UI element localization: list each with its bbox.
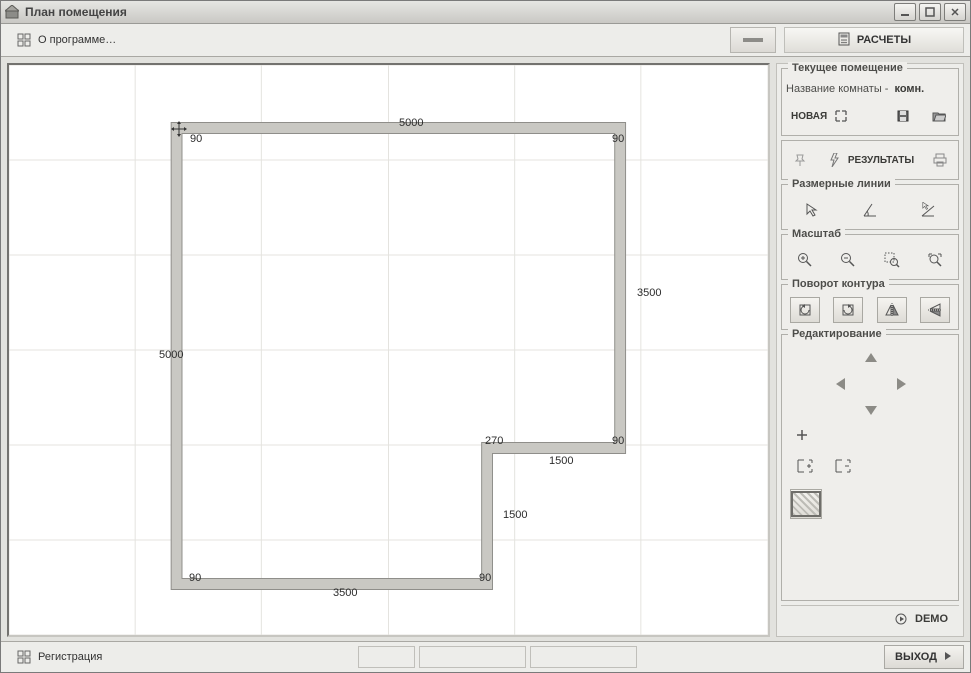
add-notch-button[interactable] <box>790 453 820 479</box>
group-scale-title: Масштаб <box>788 228 845 240</box>
dim-top: 5000 <box>397 117 425 129</box>
registration-button[interactable]: Регистрация <box>7 644 111 670</box>
dim-pointer-button[interactable] <box>797 197 827 223</box>
app-icon <box>5 5 19 19</box>
calculations-label: РАСЧЕТЫ <box>857 34 911 46</box>
status-cell-3 <box>530 646 637 668</box>
dim-right: 3500 <box>635 287 663 299</box>
room-name-label: Название комнаты - <box>786 83 888 95</box>
side-panel: Текущее помещение Название комнаты - ком… <box>776 63 964 637</box>
status-cells <box>358 646 637 668</box>
move-down-button[interactable] <box>856 397 886 423</box>
angle-notch-tr: 90 <box>610 435 626 447</box>
new-room-icon <box>833 108 849 124</box>
zoom-region-button[interactable] <box>877 247 907 273</box>
top-toolbar: О программе… РАСЧЕТЫ <box>1 24 970 57</box>
angle-br: 90 <box>477 572 493 584</box>
window-buttons <box>894 3 966 21</box>
group-current-room: Текущее помещение Название комнаты - ком… <box>781 68 959 136</box>
status-bar: Регистрация ВЫХОД <box>1 641 970 672</box>
dim-notch-height: 1500 <box>501 509 529 521</box>
save-room-button[interactable] <box>888 103 918 129</box>
group-current-room-title: Текущее помещение <box>788 62 907 74</box>
about-label: О программе… <box>38 34 116 46</box>
exit-arrow-icon <box>943 651 953 664</box>
play-icon <box>893 611 909 627</box>
registration-icon <box>16 649 32 665</box>
calculator-icon <box>837 32 851 49</box>
exit-label: ВЫХОД <box>895 651 937 663</box>
flip-vertical-button[interactable] <box>920 297 950 323</box>
move-right-button[interactable] <box>886 371 916 397</box>
toggle-view-button[interactable] <box>730 27 776 53</box>
zoom-out-button[interactable] <box>833 247 863 273</box>
dim-notch-width: 1500 <box>547 455 575 467</box>
floorplan-canvas[interactable]: 5000 90 90 3500 90 270 1500 1500 90 90 3… <box>7 63 770 637</box>
new-room-button[interactable]: НОВАЯ <box>786 103 854 129</box>
angle-bl: 90 <box>187 572 203 584</box>
group-rotate-title: Поворот контура <box>788 278 889 290</box>
group-edit-title: Редактирование <box>788 328 886 340</box>
group-scale: Масштаб <box>781 234 959 280</box>
pin-button[interactable] <box>786 147 815 173</box>
angle-tl: 90 <box>188 133 204 145</box>
dim-bottom: 3500 <box>331 587 359 599</box>
group-dimension-lines: Размерные линии <box>781 184 959 230</box>
maximize-button[interactable] <box>919 3 941 21</box>
open-room-button[interactable] <box>924 103 954 129</box>
registration-label: Регистрация <box>38 651 102 663</box>
results-label: РЕЗУЛЬТАТЫ <box>848 155 914 166</box>
titlebar: План помещения <box>1 1 970 24</box>
group-rotate: Поворот контура <box>781 284 959 330</box>
status-cell-1 <box>358 646 415 668</box>
new-room-label: НОВАЯ <box>791 111 827 122</box>
group-edit: Редактирование <box>781 334 959 601</box>
room-name-value: комн. <box>894 83 924 95</box>
rotate-cw-button[interactable] <box>833 297 863 323</box>
hatch-icon <box>791 491 821 517</box>
exit-button[interactable]: ВЫХОД <box>884 645 964 669</box>
demo-button[interactable]: DEMO <box>884 606 957 632</box>
results-button[interactable]: РЕЗУЛЬТАТЫ <box>821 147 919 173</box>
arrow-pad <box>786 345 954 421</box>
group-dimension-title: Размерные линии <box>788 178 895 190</box>
lightning-icon <box>826 152 842 168</box>
dim-length-button[interactable] <box>913 197 943 223</box>
move-up-button[interactable] <box>856 345 886 371</box>
about-icon <box>16 32 32 48</box>
dim-left: 5000 <box>157 349 185 361</box>
remove-notch-button[interactable] <box>828 453 858 479</box>
zoom-in-button[interactable] <box>790 247 820 273</box>
add-point-button[interactable] <box>792 425 812 445</box>
angle-notch: 270 <box>483 435 505 447</box>
move-handle-icon[interactable] <box>171 121 187 140</box>
zoom-fit-button[interactable] <box>920 247 950 273</box>
hatch-fill-button[interactable] <box>790 489 822 519</box>
window-title: План помещения <box>25 5 127 19</box>
minimize-button[interactable] <box>894 3 916 21</box>
status-cell-2 <box>419 646 526 668</box>
flip-horizontal-button[interactable] <box>877 297 907 323</box>
rotate-ccw-button[interactable] <box>790 297 820 323</box>
group-results: РЕЗУЛЬТАТЫ <box>781 140 959 180</box>
app-window: План помещения О программе… РАСЧЕТЫ <box>0 0 971 673</box>
move-left-button[interactable] <box>826 371 856 397</box>
close-button[interactable] <box>944 3 966 21</box>
demo-label: DEMO <box>915 613 948 625</box>
dim-angle-button[interactable] <box>855 197 885 223</box>
demo-row: DEMO <box>781 605 959 632</box>
angle-tr: 90 <box>610 133 626 145</box>
about-button[interactable]: О программе… <box>7 27 125 53</box>
calculations-button[interactable]: РАСЧЕТЫ <box>784 27 964 53</box>
content-row: 5000 90 90 3500 90 270 1500 1500 90 90 3… <box>1 57 970 641</box>
print-button[interactable] <box>925 147 954 173</box>
